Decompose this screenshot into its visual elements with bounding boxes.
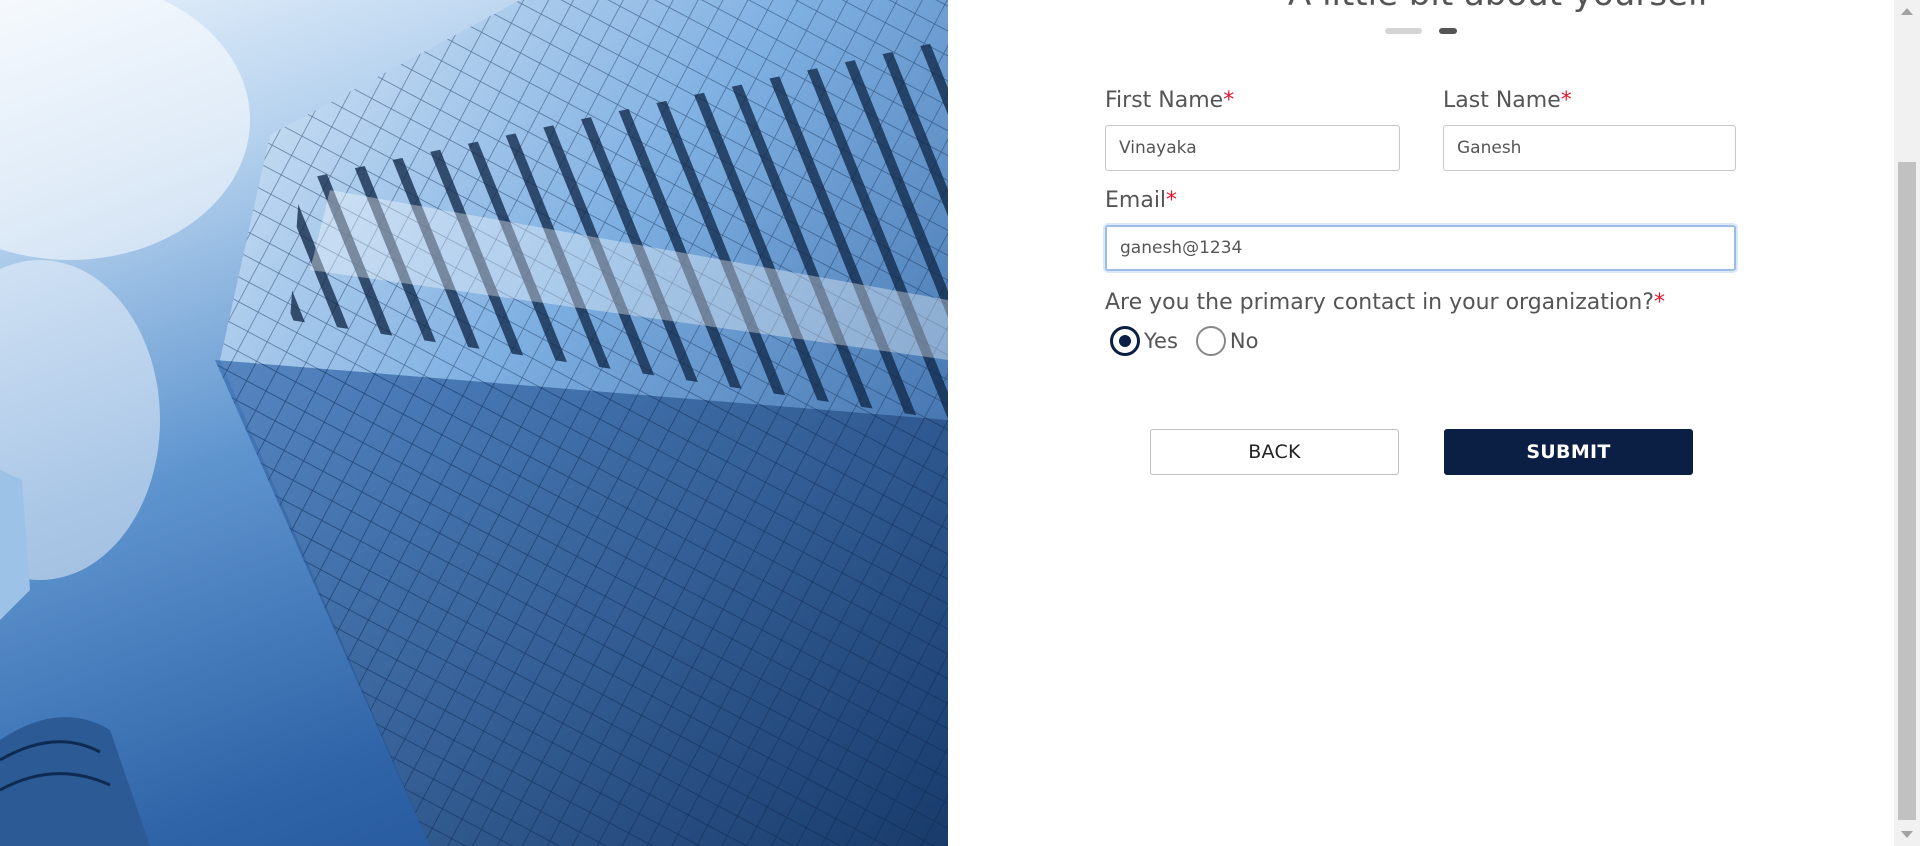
- signup-form-panel: A little bit about yourself First Name* …: [948, 0, 1894, 846]
- form-heading: A little bit about yourself: [1288, 0, 1709, 14]
- required-mark: *: [1166, 188, 1178, 213]
- step-indicator-1: [1385, 28, 1422, 34]
- last-name-label: Last Name*: [1443, 88, 1572, 113]
- scroll-up-icon[interactable]: [1901, 8, 1913, 15]
- required-mark: *: [1560, 88, 1572, 113]
- step-indicator-2-active: [1439, 28, 1457, 34]
- radio-yes-label[interactable]: Yes: [1144, 329, 1178, 353]
- required-mark: *: [1654, 290, 1666, 315]
- last-name-value: Ganesh: [1457, 138, 1522, 158]
- radio-no-label[interactable]: No: [1230, 329, 1259, 353]
- back-button[interactable]: BACK: [1150, 429, 1399, 475]
- vertical-scrollbar[interactable]: [1894, 0, 1920, 846]
- primary-contact-question: Are you the primary contact in your orga…: [1105, 290, 1666, 315]
- first-name-label: First Name*: [1105, 88, 1235, 113]
- scroll-thumb[interactable]: [1898, 162, 1916, 820]
- skyscraper-illustration: [0, 0, 948, 846]
- radio-yes[interactable]: [1110, 326, 1140, 356]
- required-mark: *: [1223, 88, 1235, 113]
- email-value: ganesh@1234: [1120, 238, 1243, 258]
- hero-building-image: [0, 0, 948, 846]
- first-name-input[interactable]: Vinayaka: [1105, 125, 1400, 171]
- radio-no[interactable]: [1195, 326, 1226, 356]
- scroll-down-icon[interactable]: [1901, 831, 1913, 838]
- last-name-input[interactable]: Ganesh: [1443, 125, 1736, 171]
- first-name-value: Vinayaka: [1119, 138, 1197, 158]
- submit-button[interactable]: SUBMIT: [1444, 429, 1693, 475]
- email-input[interactable]: ganesh@1234: [1105, 225, 1736, 271]
- primary-contact-radio-group: Yes No: [1110, 326, 1276, 356]
- email-label: Email*: [1105, 188, 1178, 213]
